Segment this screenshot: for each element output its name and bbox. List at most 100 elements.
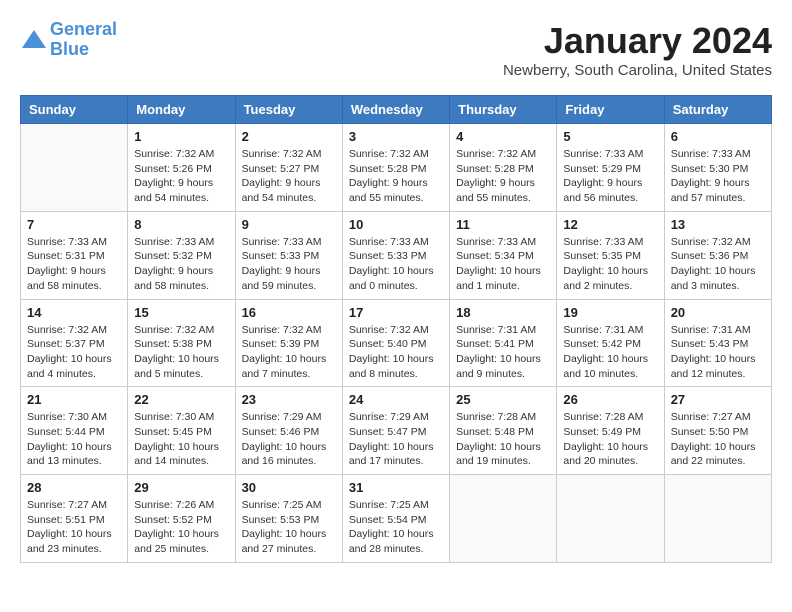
day-number: 19	[563, 305, 657, 320]
week-row-2: 7 Sunrise: 7:33 AMSunset: 5:31 PMDaylight…	[21, 211, 772, 299]
calendar-cell: 30 Sunrise: 7:25 AMSunset: 5:53 PMDayligh…	[235, 475, 342, 563]
logo-text: General Blue	[50, 20, 117, 60]
calendar-cell: 7 Sunrise: 7:33 AMSunset: 5:31 PMDaylight…	[21, 211, 128, 299]
day-info: Sunrise: 7:32 AMSunset: 5:27 PMDaylight:…	[242, 147, 336, 206]
day-info: Sunrise: 7:32 AMSunset: 5:26 PMDaylight:…	[134, 147, 228, 206]
day-number: 4	[456, 129, 550, 144]
day-info: Sunrise: 7:31 AMSunset: 5:41 PMDaylight:…	[456, 323, 550, 382]
calendar-cell: 10 Sunrise: 7:33 AMSunset: 5:33 PMDayligh…	[342, 211, 449, 299]
day-number: 30	[242, 480, 336, 495]
calendar-cell: 18 Sunrise: 7:31 AMSunset: 5:41 PMDayligh…	[450, 299, 557, 387]
day-info: Sunrise: 7:27 AMSunset: 5:51 PMDaylight:…	[27, 498, 121, 557]
calendar-cell	[450, 475, 557, 563]
calendar-cell: 21 Sunrise: 7:30 AMSunset: 5:44 PMDayligh…	[21, 387, 128, 475]
day-info: Sunrise: 7:32 AMSunset: 5:28 PMDaylight:…	[349, 147, 443, 206]
day-number: 10	[349, 217, 443, 232]
calendar-cell: 28Sunrise: 7:27 AMSunset: 5:51 PMDayligh…	[21, 475, 128, 563]
calendar-cell: 4 Sunrise: 7:32 AMSunset: 5:28 PMDaylight…	[450, 124, 557, 212]
day-number: 20	[671, 305, 765, 320]
weekday-header-saturday: Saturday	[664, 96, 771, 124]
calendar-cell: 26 Sunrise: 7:28 AMSunset: 5:49 PMDayligh…	[557, 387, 664, 475]
day-number: 24	[349, 392, 443, 407]
weekday-header-monday: Monday	[128, 96, 235, 124]
day-info: Sunrise: 7:33 AMSunset: 5:29 PMDaylight:…	[563, 147, 657, 206]
day-number: 22	[134, 392, 228, 407]
day-number: 17	[349, 305, 443, 320]
day-number: 26	[563, 392, 657, 407]
title-block: January 2024 Newberry, South Carolina, U…	[503, 20, 772, 79]
calendar-cell: 14 Sunrise: 7:32 AMSunset: 5:37 PMDayligh…	[21, 299, 128, 387]
day-info: Sunrise: 7:30 AMSunset: 5:44 PMDaylight:…	[27, 410, 121, 469]
day-info: Sunrise: 7:31 AMSunset: 5:42 PMDaylight:…	[563, 323, 657, 382]
week-row-1: 1 Sunrise: 7:32 AMSunset: 5:26 PMDaylight…	[21, 124, 772, 212]
day-info: Sunrise: 7:33 AMSunset: 5:33 PMDaylight:…	[349, 235, 443, 294]
location-subtitle: Newberry, South Carolina, United States	[503, 62, 772, 79]
calendar-cell: 27 Sunrise: 7:27 AMSunset: 5:50 PMDayligh…	[664, 387, 771, 475]
calendar-cell: 3 Sunrise: 7:32 AMSunset: 5:28 PMDaylight…	[342, 124, 449, 212]
day-number: 14	[27, 305, 121, 320]
week-row-3: 14 Sunrise: 7:32 AMSunset: 5:37 PMDayligh…	[21, 299, 772, 387]
calendar-cell: 6 Sunrise: 7:33 AMSunset: 5:30 PMDaylight…	[664, 124, 771, 212]
calendar-cell: 9Sunrise: 7:33 AMSunset: 5:33 PMDaylight…	[235, 211, 342, 299]
weekday-header-sunday: Sunday	[21, 96, 128, 124]
day-number: 12	[563, 217, 657, 232]
weekday-header-tuesday: Tuesday	[235, 96, 342, 124]
day-number: 27	[671, 392, 765, 407]
day-info: Sunrise: 7:30 AMSunset: 5:45 PMDaylight:…	[134, 410, 228, 469]
day-number: 2	[242, 129, 336, 144]
day-number: 21	[27, 392, 121, 407]
day-number: 31	[349, 480, 443, 495]
calendar-cell: 20 Sunrise: 7:31 AMSunset: 5:43 PMDayligh…	[664, 299, 771, 387]
weekday-header-thursday: Thursday	[450, 96, 557, 124]
calendar-cell: 25Sunrise: 7:28 AMSunset: 5:48 PMDayligh…	[450, 387, 557, 475]
calendar-cell: 22 Sunrise: 7:30 AMSunset: 5:45 PMDayligh…	[128, 387, 235, 475]
day-info: Sunrise: 7:31 AMSunset: 5:43 PMDaylight:…	[671, 323, 765, 382]
day-info: Sunrise: 7:32 AMSunset: 5:38 PMDaylight:…	[134, 323, 228, 382]
weekday-header-row: SundayMondayTuesdayWednesdayThursdayFrid…	[21, 96, 772, 124]
day-info: Sunrise: 7:25 AMSunset: 5:53 PMDaylight:…	[242, 498, 336, 557]
page-header: General Blue January 2024 Newberry, Sout…	[20, 20, 772, 79]
weekday-header-wednesday: Wednesday	[342, 96, 449, 124]
day-info: Sunrise: 7:33 AMSunset: 5:31 PMDaylight:…	[27, 235, 121, 294]
calendar-cell: 12 Sunrise: 7:33 AMSunset: 5:35 PMDayligh…	[557, 211, 664, 299]
day-number: 11	[456, 217, 550, 232]
day-number: 15	[134, 305, 228, 320]
day-number: 7	[27, 217, 121, 232]
calendar-cell: 8Sunrise: 7:33 AMSunset: 5:32 PMDaylight…	[128, 211, 235, 299]
day-info: Sunrise: 7:25 AMSunset: 5:54 PMDaylight:…	[349, 498, 443, 557]
calendar-cell	[21, 124, 128, 212]
day-number: 1	[134, 129, 228, 144]
day-number: 29	[134, 480, 228, 495]
day-info: Sunrise: 7:29 AMSunset: 5:46 PMDaylight:…	[242, 410, 336, 469]
day-number: 6	[671, 129, 765, 144]
day-info: Sunrise: 7:33 AMSunset: 5:35 PMDaylight:…	[563, 235, 657, 294]
day-info: Sunrise: 7:32 AMSunset: 5:37 PMDaylight:…	[27, 323, 121, 382]
day-info: Sunrise: 7:29 AMSunset: 5:47 PMDaylight:…	[349, 410, 443, 469]
day-info: Sunrise: 7:32 AMSunset: 5:28 PMDaylight:…	[456, 147, 550, 206]
calendar-cell: 16Sunrise: 7:32 AMSunset: 5:39 PMDayligh…	[235, 299, 342, 387]
day-number: 18	[456, 305, 550, 320]
day-info: Sunrise: 7:27 AMSunset: 5:50 PMDaylight:…	[671, 410, 765, 469]
calendar-cell: 19 Sunrise: 7:31 AMSunset: 5:42 PMDayligh…	[557, 299, 664, 387]
day-info: Sunrise: 7:32 AMSunset: 5:39 PMDaylight:…	[242, 323, 336, 382]
calendar-table: SundayMondayTuesdayWednesdayThursdayFrid…	[20, 95, 772, 563]
calendar-cell: 17Sunrise: 7:32 AMSunset: 5:40 PMDayligh…	[342, 299, 449, 387]
week-row-5: 28Sunrise: 7:27 AMSunset: 5:51 PMDayligh…	[21, 475, 772, 563]
day-info: Sunrise: 7:28 AMSunset: 5:49 PMDaylight:…	[563, 410, 657, 469]
day-number: 8	[134, 217, 228, 232]
calendar-cell: 1 Sunrise: 7:32 AMSunset: 5:26 PMDaylight…	[128, 124, 235, 212]
day-info: Sunrise: 7:33 AMSunset: 5:34 PMDaylight:…	[456, 235, 550, 294]
month-title: January 2024	[503, 20, 772, 62]
day-info: Sunrise: 7:32 AMSunset: 5:36 PMDaylight:…	[671, 235, 765, 294]
calendar-cell: 11 Sunrise: 7:33 AMSunset: 5:34 PMDayligh…	[450, 211, 557, 299]
calendar-cell: 2 Sunrise: 7:32 AMSunset: 5:27 PMDaylight…	[235, 124, 342, 212]
day-info: Sunrise: 7:28 AMSunset: 5:48 PMDaylight:…	[456, 410, 550, 469]
logo-icon	[20, 26, 48, 54]
calendar-cell: 31 Sunrise: 7:25 AMSunset: 5:54 PMDayligh…	[342, 475, 449, 563]
calendar-cell: 24 Sunrise: 7:29 AMSunset: 5:47 PMDayligh…	[342, 387, 449, 475]
day-number: 9	[242, 217, 336, 232]
calendar-cell: 23Sunrise: 7:29 AMSunset: 5:46 PMDayligh…	[235, 387, 342, 475]
day-info: Sunrise: 7:33 AMSunset: 5:30 PMDaylight:…	[671, 147, 765, 206]
calendar-cell: 5Sunrise: 7:33 AMSunset: 5:29 PMDaylight…	[557, 124, 664, 212]
day-number: 3	[349, 129, 443, 144]
